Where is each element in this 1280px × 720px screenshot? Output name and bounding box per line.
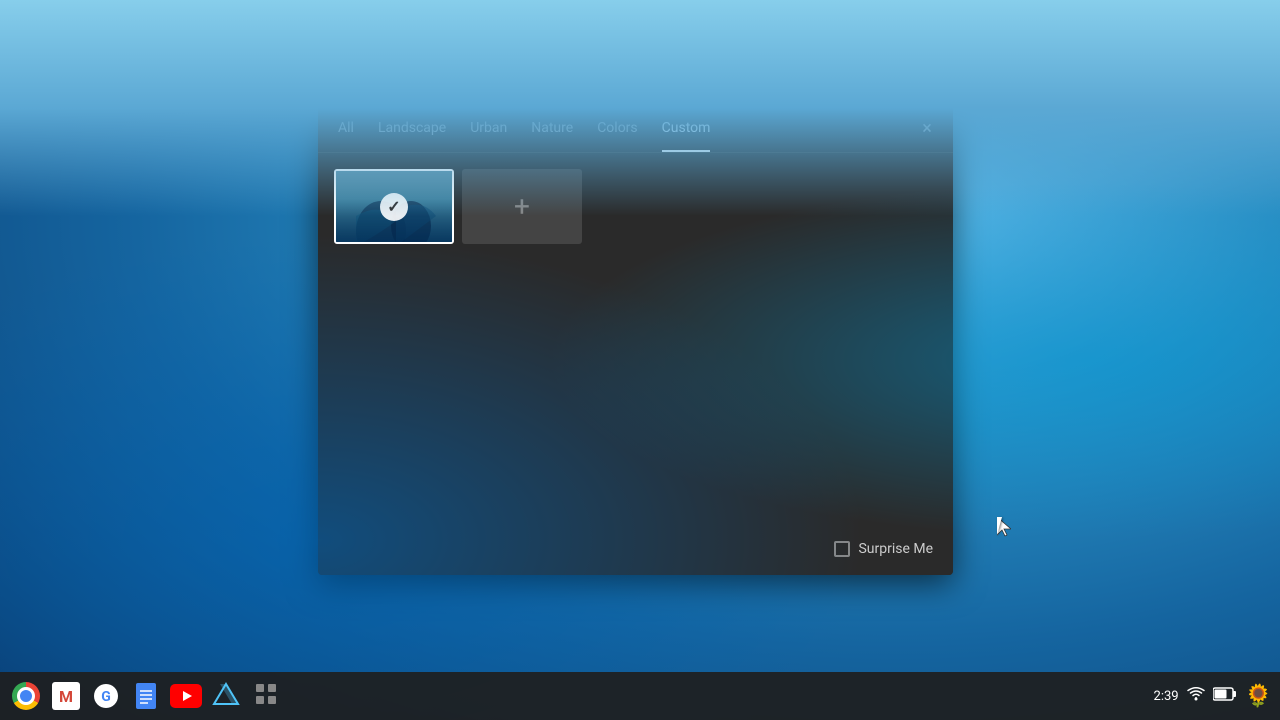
taskbar-google-button[interactable]: G: [88, 678, 124, 714]
background-overlay: [0, 0, 1280, 720]
taskbar-system-tray: 2:39 🌻: [1154, 684, 1272, 709]
google-icon: G: [92, 682, 120, 710]
sunflower-icon[interactable]: 🌻: [1245, 684, 1272, 709]
taskbar: G: [0, 672, 1280, 720]
docs-icon: [132, 682, 160, 710]
gmail-icon: [52, 682, 80, 710]
taskbar-docs-button[interactable]: [128, 678, 164, 714]
taskbar-drive-button[interactable]: [208, 678, 244, 714]
youtube-icon: [170, 684, 202, 708]
chrome-icon: [12, 682, 40, 710]
apps-grid-icon: [255, 683, 277, 710]
wifi-icon: [1187, 686, 1205, 706]
drive-icon: [212, 682, 240, 711]
svg-text:G: G: [101, 689, 111, 705]
taskbar-apps-button[interactable]: [248, 678, 284, 714]
battery-icon: [1213, 687, 1237, 705]
clock-display: 2:39: [1154, 689, 1179, 704]
taskbar-gmail-button[interactable]: [48, 678, 84, 714]
taskbar-youtube-button[interactable]: [168, 678, 204, 714]
taskbar-chrome-button[interactable]: [8, 678, 44, 714]
taskbar-icons: G: [8, 678, 1154, 714]
